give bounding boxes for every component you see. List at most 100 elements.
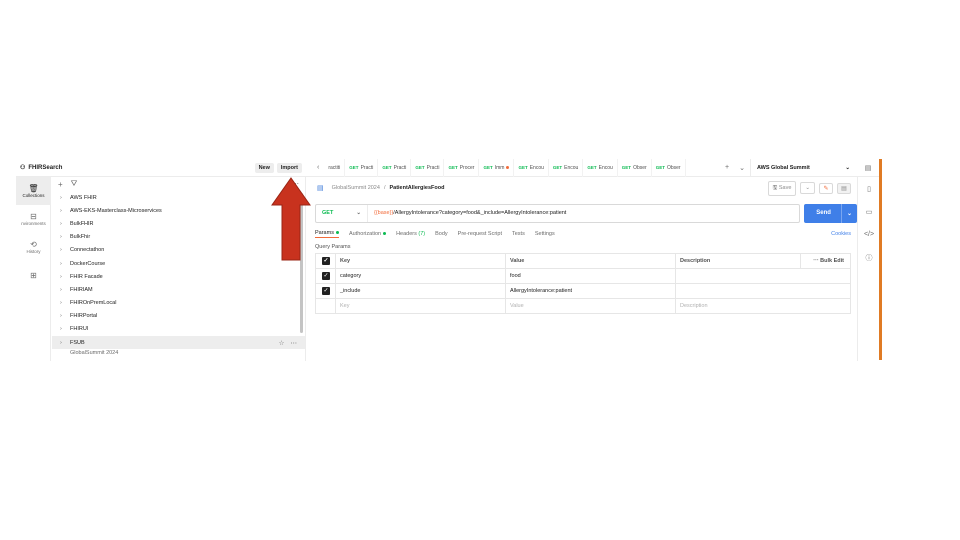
breadcrumb-parent[interactable]: GlobalSummit 2024 [332, 185, 380, 191]
chevron-left-icon[interactable]: ‹ [312, 164, 324, 171]
url-input[interactable]: {{base}}/AllergyIntolerance?category=foo… [368, 210, 566, 216]
chevron-right-icon[interactable]: › [60, 247, 70, 253]
chevron-right-icon[interactable]: › [60, 261, 70, 267]
chevron-right-icon[interactable]: › [60, 326, 70, 332]
chevron-right-icon[interactable]: › [60, 274, 70, 280]
info-icon[interactable]: ⓘ [858, 246, 880, 269]
rail-history[interactable]: ⟲ History [16, 233, 51, 261]
collection-item-partial[interactable]: GlobalSummit 2024 [52, 349, 305, 355]
collection-item[interactable]: › FHIRPortal [52, 310, 305, 323]
import-button[interactable]: Import [276, 162, 302, 173]
checkbox[interactable]: ✓ [322, 287, 330, 295]
plus-icon[interactable]: + [720, 164, 734, 171]
param-key[interactable]: category [335, 268, 506, 284]
param-description[interactable] [675, 268, 851, 284]
tab-headers[interactable]: Headers (7) [396, 231, 425, 237]
chevron-down-icon[interactable]: ⌄ [734, 164, 750, 172]
environment-quicklook-icon[interactable]: ▤ [856, 164, 880, 172]
chevron-right-icon[interactable]: › [60, 313, 70, 319]
tab-tests[interactable]: Tests [512, 231, 525, 237]
request-tab[interactable]: GET Encou [583, 159, 618, 177]
tab-name: Obser [633, 164, 647, 171]
plus-icon[interactable]: + [58, 180, 63, 189]
param-value[interactable]: AllergyIntolerance:patient [505, 283, 676, 299]
tab-params[interactable]: Params [315, 230, 339, 238]
header-checkbox-cell: ✓ [315, 253, 336, 269]
chevron-right-icon[interactable]: › [60, 300, 70, 306]
more-icon[interactable]: ⋯ [291, 339, 298, 347]
chevron-down-icon[interactable]: ⌄ [840, 203, 857, 223]
request-tab[interactable]: GET Procer [444, 159, 480, 177]
method-select[interactable]: GET ⌄ [316, 204, 368, 222]
param-value[interactable]: food [505, 268, 676, 284]
chevron-right-icon[interactable]: › [60, 195, 70, 201]
documentation-icon[interactable]: ▯ [858, 177, 880, 200]
tab-settings[interactable]: Settings [535, 231, 555, 237]
tab-name: Encou [564, 164, 579, 171]
bulk-edit-link[interactable]: Bulk Edit [820, 258, 844, 264]
collection-item[interactable]: › FHIRIAM [52, 283, 305, 296]
collection-item[interactable]: › Connectathon [52, 244, 305, 257]
request-tab[interactable]: GET Practi [345, 159, 379, 177]
edit-icon[interactable]: ✎ [819, 182, 833, 194]
collection-item[interactable]: › FSUB ☆ ⋯ [52, 336, 305, 350]
tab-body[interactable]: Body [435, 231, 448, 237]
collection-item[interactable]: › AWS-EKS-Masterclass-Microservices [52, 204, 305, 217]
url-row: GET ⌄ {{base}}/AllergyIntolerance?catego… [307, 203, 857, 223]
chevron-right-icon[interactable]: › [60, 221, 70, 227]
cookies-link[interactable]: Cookies [831, 231, 857, 237]
param-value-placeholder[interactable]: Value [505, 298, 676, 314]
rail-environments[interactable]: ⊟ nvironments [16, 205, 51, 233]
save-dropdown-button[interactable]: ⌄ [800, 182, 815, 194]
request-tab[interactable]: GET Encou [549, 159, 584, 177]
request-tab[interactable]: GET Encou [514, 159, 549, 177]
breadcrumb-current[interactable]: PatientAllergiesFood [389, 185, 444, 191]
param-key[interactable]: _include [335, 283, 506, 299]
save-button[interactable]: 🖫 Save [767, 180, 797, 196]
environment-select[interactable]: AWS Global Summit ⌄ [750, 159, 856, 177]
chevron-right-icon[interactable]: › [60, 340, 70, 346]
tab-label: Params [315, 230, 334, 236]
new-button[interactable]: New [254, 162, 274, 173]
workspace-name[interactable]: FHIRSearch [28, 165, 62, 171]
tab-authorization[interactable]: Authorization [349, 231, 387, 237]
comments-icon[interactable]: ▤ [837, 182, 851, 194]
tab-prerequest[interactable]: Pre-request Script [458, 231, 502, 237]
send-button[interactable]: Send ⌄ [804, 203, 857, 223]
rail-apps[interactable]: ⊞ [16, 261, 51, 289]
code-icon[interactable]: </> [858, 223, 880, 246]
query-params-title: Query Params [315, 244, 351, 250]
request-tab[interactable]: GET Practi [411, 159, 445, 177]
request-tab[interactable]: GET Obser [618, 159, 652, 177]
request-tab[interactable]: ractiti [324, 159, 346, 177]
rail-collections[interactable]: 🗑 Collections [16, 177, 51, 205]
collection-item[interactable]: › BulkFHIR [52, 217, 305, 230]
collection-item[interactable]: › FHIRUI [52, 323, 305, 336]
arrow-shape [271, 177, 311, 261]
checkbox[interactable]: ✓ [322, 272, 330, 280]
checkbox[interactable]: ✓ [322, 257, 330, 265]
workspace-header: ⚇ FHIRSearch New Import [16, 162, 306, 173]
url-path: /AllergyIntolerance?category=food&_inclu… [393, 210, 567, 216]
collection-name: FHIRIAM [70, 286, 93, 293]
collection-item[interactable]: › AWS FHIR [52, 191, 305, 204]
request-tab[interactable]: GET Practi [378, 159, 412, 177]
collection-item[interactable]: › BulkFhir [52, 231, 305, 244]
collection-name: DockerCourse [70, 260, 106, 267]
collection-item[interactable]: › FHIR Facade [52, 270, 305, 283]
param-description-placeholder[interactable]: Description [675, 298, 851, 314]
breadcrumb-separator: / [383, 185, 386, 191]
collection-item[interactable]: › FHIROnPremLocal [52, 297, 305, 310]
param-key-placeholder[interactable]: Key [335, 298, 506, 314]
collection-item[interactable]: › DockerCourse [52, 257, 305, 270]
chevron-right-icon[interactable]: › [60, 208, 70, 214]
tab-name: Practi [360, 164, 374, 171]
comments-icon[interactable]: ▭ [858, 200, 880, 223]
star-icon[interactable]: ☆ [279, 339, 285, 347]
request-tab[interactable]: GET Obser [652, 159, 686, 177]
filter-icon[interactable]: ⛛ [71, 179, 78, 189]
chevron-right-icon[interactable]: › [60, 287, 70, 293]
chevron-right-icon[interactable]: › [60, 234, 70, 240]
param-description[interactable] [675, 283, 851, 299]
request-tab[interactable]: GET Imm [479, 159, 515, 177]
